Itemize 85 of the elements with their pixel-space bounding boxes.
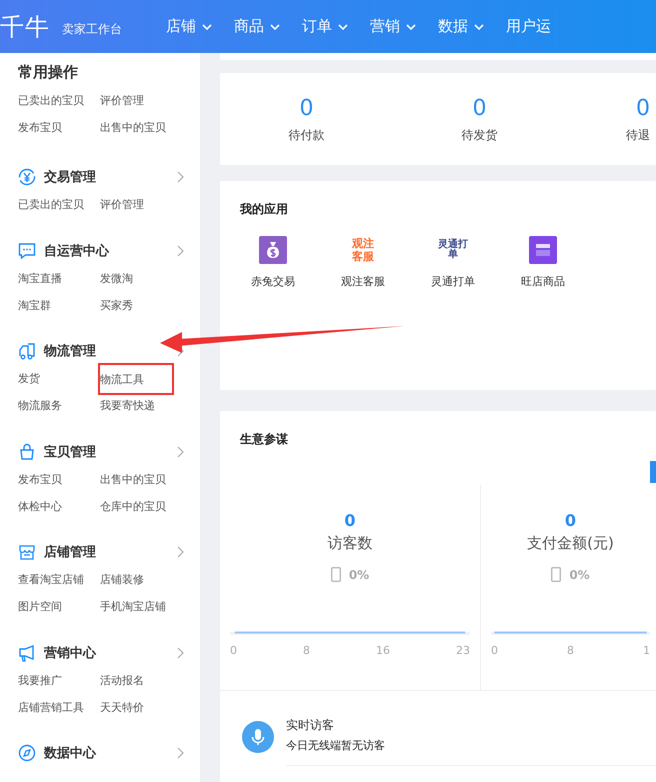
money-bag-icon[interactable] [259,236,287,264]
sidebar-link[interactable]: 查看淘宝店铺 [18,572,100,587]
sidebar-link[interactable]: 已卖出的宝贝 [18,197,100,212]
sidebar-link[interactable]: 店铺营销工具 [18,700,100,714]
sidebar-link[interactable]: 体检中心 [18,498,100,514]
section-title: 宝贝管理 [44,444,97,460]
nav-menu-item[interactable]: 数据 [438,17,484,36]
section-title: 物流管理 [44,342,97,360]
axis-label: 1 [643,644,650,657]
stat-label: 待发货 [462,127,498,144]
sidebar-link[interactable]: 物流工具 [98,362,174,394]
metric-value: 0 [344,511,356,530]
stat-label: 待付款 [288,127,324,144]
nav-menu-item[interactable]: 订单 [302,17,348,36]
sidebar-link[interactable]: 出售中的宝贝 [100,472,182,486]
chat-bubble-icon [18,242,36,260]
share-percent: 0% [569,568,590,582]
chevron-right-icon[interactable] [177,171,184,183]
chevron-right-icon[interactable] [177,244,184,256]
sidebar-link[interactable]: 物流服务 [18,398,100,413]
realtime-title: 实时访客 [286,717,335,734]
share-percent: 0% [348,568,370,582]
sidebar-link[interactable]: 店铺装修 [100,572,182,587]
sidebar-link[interactable]: 评价管理 [100,197,182,212]
axis-label: 0 [230,644,237,657]
section-title: 数据中心 [44,744,98,762]
section-title: 交易管理 [44,168,97,186]
axis-label: 8 [567,644,574,657]
chevron-right-icon[interactable] [177,646,184,658]
sidebar-link[interactable]: 已卖出的宝贝 [18,93,100,108]
yen-icon [18,168,36,186]
metric-value: 0 [564,511,576,530]
app-name[interactable]: 赤兔交易 [251,274,295,289]
storefront-icon[interactable] [529,236,557,264]
section-title: 营销中心 [44,644,98,662]
metric-label: 访客数 [328,534,372,553]
sidebar-link[interactable]: 活动报名 [100,672,182,688]
sidebar-link[interactable]: 我要寄快递 [100,398,182,413]
sidebar-link[interactable]: 买家秀 [100,298,182,312]
section-title: 店铺管理 [44,544,97,561]
sidebar-link[interactable]: 手机淘宝店铺 [100,599,182,614]
axis-label: 8 [303,644,310,657]
section-title: 常用操作 [18,63,79,83]
phone-icon [330,567,341,582]
sidebar-link[interactable]: 发微淘 [100,270,182,286]
sidebar-link[interactable]: 图片空间 [18,599,100,614]
sidebar-link[interactable]: 出售中的宝贝 [100,120,182,135]
sidebar-link[interactable]: 发货 [18,371,100,386]
nav-menu-item[interactable]: 店铺 [166,17,212,36]
microphone-icon [242,720,274,752]
section-title: 自运营中心 [44,242,110,260]
app-logo-text[interactable]: 灵通打单 [438,236,468,264]
nav-menu-item[interactable]: 营销 [370,17,416,36]
shop-icon [18,543,36,561]
sidebar-link[interactable]: 天天特价 [100,700,182,714]
realtime-message: 今日无线端暂无访客 [286,738,386,753]
bag-icon [18,442,36,460]
chevron-right-icon[interactable] [177,446,184,458]
sidebar-link[interactable]: 淘宝群 [18,298,100,312]
app-name[interactable]: 观注客服 [341,274,385,289]
sidebar-link[interactable]: 发布宝贝 [18,120,100,135]
app-subtitle: 卖家工作台 [62,21,122,38]
sidebar-link[interactable]: 评价管理 [100,93,182,108]
megaphone-icon [18,644,36,662]
sidebar-link[interactable]: 发布宝贝 [18,472,100,486]
logo-text: 千牛 [0,12,50,42]
nav-menu-item[interactable]: 商品 [234,17,280,36]
chevron-right-icon[interactable] [177,747,184,759]
axis-label: 16 [376,644,390,657]
nav-menu-item[interactable]: 用户运 [506,17,551,36]
app-name[interactable]: 旺店商品 [521,274,565,289]
card-title: 生意参谋 [240,431,288,448]
compass-icon [18,744,36,762]
sidebar-link[interactable]: 我要推广 [18,672,100,688]
sidebar-link[interactable]: 仓库中的宝贝 [100,498,182,514]
metric-label: 支付金额(元) [527,534,614,553]
truck-icon [18,342,36,360]
sidebar-link[interactable]: 淘宝直播 [18,270,100,286]
axis-label: 23 [456,644,470,657]
phone-icon [551,567,562,582]
stat-label: 待退 [626,127,650,144]
chevron-right-icon[interactable] [177,546,184,558]
card-title: 我的应用 [240,201,289,218]
axis-label: 0 [491,644,498,657]
app-name[interactable]: 灵通打单 [431,274,475,289]
